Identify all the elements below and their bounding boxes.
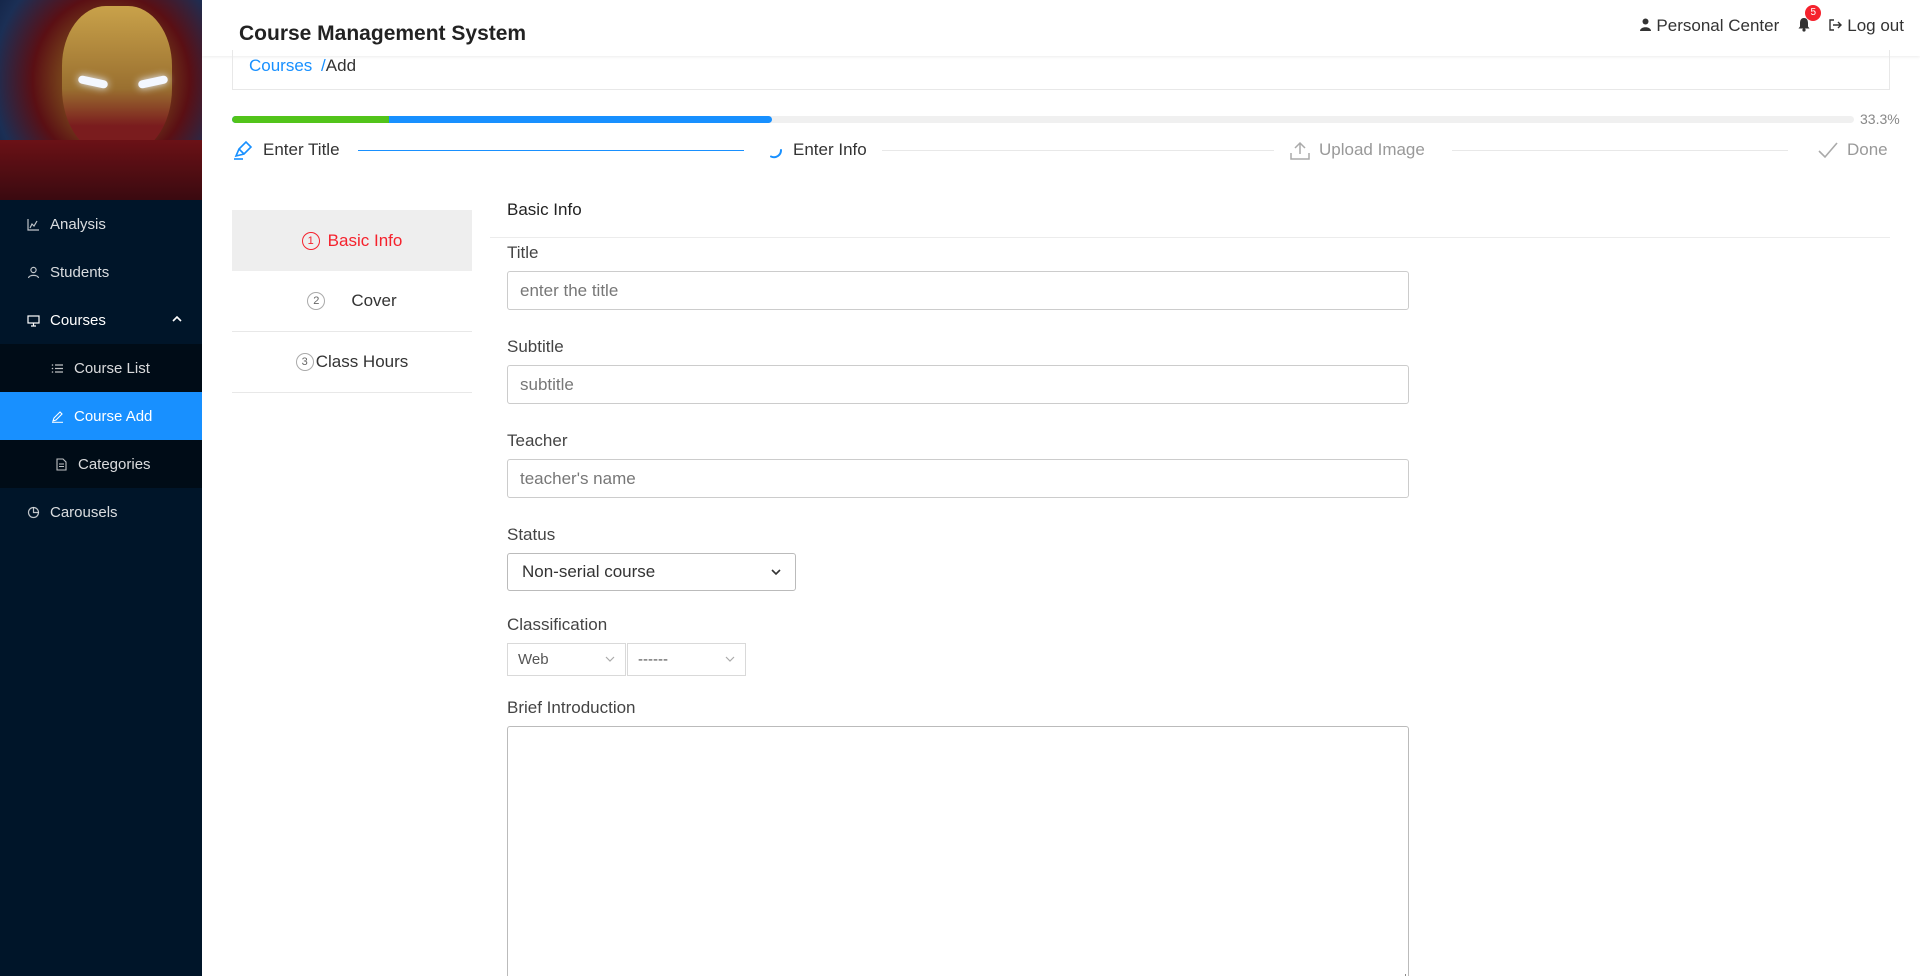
top-header: Course Management System Personal Center… xyxy=(202,0,1920,56)
status-label: Status xyxy=(507,525,556,544)
sidebar-subitem-label: Categories xyxy=(78,455,151,473)
step-done: Done xyxy=(1816,138,1888,162)
sidebar: Analysis Students Courses Course List Co… xyxy=(0,0,202,976)
step-upload-image: Upload Image xyxy=(1288,138,1425,162)
progress-bar xyxy=(232,116,1854,123)
sidebar-item-label: Carousels xyxy=(50,503,118,521)
step-label: Done xyxy=(1847,140,1888,159)
bell-icon: 5 xyxy=(1797,4,1822,36)
sidebar-item-courses[interactable]: Courses xyxy=(0,296,202,344)
subtitle-label: Subtitle xyxy=(507,337,564,356)
sidebar-item-students[interactable]: Students xyxy=(0,248,202,296)
sidebar-item-label: Courses xyxy=(50,311,106,329)
loading-icon xyxy=(762,138,786,162)
title-label: Title xyxy=(507,243,539,262)
tab-cover[interactable]: 2 Cover xyxy=(232,271,472,332)
step-connector xyxy=(1452,150,1788,151)
personal-center-label: Personal Center xyxy=(1656,16,1780,35)
step-number: 2 xyxy=(307,292,326,310)
personal-center-link[interactable]: Personal Center xyxy=(1640,16,1779,36)
sidebar-item-label: Students xyxy=(50,263,110,281)
subtitle-input[interactable] xyxy=(507,365,1409,404)
classification-cascader: Web ------ xyxy=(507,643,1409,676)
list-icon xyxy=(50,361,64,375)
breadcrumb-courses-link[interactable]: Courses xyxy=(249,56,312,75)
progress-percent: 33.3% xyxy=(1860,111,1900,127)
basic-info-form: Title Subtitle Teacher Status Non-serial… xyxy=(507,238,1409,976)
monitor-icon xyxy=(26,313,40,327)
status-selected-value: Non-serial course xyxy=(522,562,656,581)
sidebar-subitem-course-list[interactable]: Course List xyxy=(0,344,202,392)
edit-icon xyxy=(50,409,64,423)
step-label: Enter Title xyxy=(263,140,340,159)
tab-label: Class Hours xyxy=(315,352,409,371)
classification-primary-value: Web xyxy=(518,651,549,668)
classification-secondary-select[interactable]: ------ xyxy=(627,643,746,676)
sidebar-subitem-label: Course Add xyxy=(74,407,153,425)
highlight-icon xyxy=(232,138,256,162)
intro-textarea[interactable] xyxy=(507,726,1409,976)
pie-chart-icon xyxy=(26,505,40,519)
progress-success-fill xyxy=(232,116,390,123)
chevron-down-icon xyxy=(725,654,735,666)
step-connector xyxy=(358,150,744,151)
intro-label: Brief Introduction xyxy=(507,698,636,717)
logout-icon xyxy=(1829,18,1843,34)
file-icon xyxy=(54,457,68,471)
sidebar-subitem-label: Course List xyxy=(74,359,150,377)
logout-button[interactable]: Log out xyxy=(1829,16,1904,36)
title-input[interactable] xyxy=(507,271,1409,310)
app-title: Course Management System xyxy=(239,22,527,45)
step-number: 1 xyxy=(301,231,320,250)
sidebar-item-label: Analysis xyxy=(50,215,106,233)
user-icon xyxy=(26,265,40,279)
status-select[interactable]: Non-serial course xyxy=(507,553,796,591)
sidebar-item-carousels[interactable]: Carousels xyxy=(0,488,202,536)
chart-icon xyxy=(26,217,40,231)
sidebar-item-analysis[interactable]: Analysis xyxy=(0,200,202,248)
chevron-down-icon xyxy=(605,654,615,666)
classification-secondary-value: ------ xyxy=(638,651,668,668)
check-icon xyxy=(1816,138,1840,162)
sidebar-subitem-categories[interactable]: Categories xyxy=(0,440,202,488)
tab-label: Basic Info xyxy=(327,230,403,250)
notification-badge: 5 xyxy=(1805,4,1822,21)
tab-class-hours[interactable]: 3 Class Hours xyxy=(232,332,472,393)
step-label: Enter Info xyxy=(793,140,867,159)
user-icon xyxy=(1640,18,1652,34)
section-tabs: 1 Basic Info 2 Cover 3 Class Hours xyxy=(232,210,472,393)
steps: Enter Title Enter Info Upload Image Done xyxy=(232,138,1890,168)
chevron-up-icon xyxy=(172,314,182,326)
chevron-down-icon xyxy=(771,565,781,579)
courses-submenu: Course List Course Add Categories xyxy=(0,344,202,488)
teacher-input[interactable] xyxy=(507,459,1409,498)
step-enter-title: Enter Title xyxy=(232,138,340,162)
logout-label: Log out xyxy=(1847,16,1904,35)
notifications-button[interactable]: 5 xyxy=(1797,4,1822,36)
upload-icon xyxy=(1288,138,1312,162)
breadcrumb-current: Add xyxy=(325,56,357,75)
avatar xyxy=(0,0,202,200)
classification-label: Classification xyxy=(507,615,608,634)
teacher-label: Teacher xyxy=(507,431,568,450)
step-enter-info: Enter Info xyxy=(762,138,867,162)
form-section-title: Basic Info xyxy=(490,196,1890,238)
sidebar-subitem-course-add[interactable]: Course Add xyxy=(0,392,202,440)
tab-basic-info[interactable]: 1 Basic Info xyxy=(232,210,472,271)
header-actions: Personal Center 5 Log out xyxy=(1622,4,1904,36)
step-number: 3 xyxy=(295,353,314,371)
tab-label: Cover xyxy=(351,291,397,310)
chest-shape xyxy=(0,140,202,200)
step-connector xyxy=(882,150,1274,151)
breadcrumb: Courses /Add xyxy=(232,50,1890,90)
classification-primary-select[interactable]: Web xyxy=(507,643,626,676)
intro-textarea-wrapper xyxy=(507,720,1409,976)
step-label: Upload Image xyxy=(1319,140,1425,159)
